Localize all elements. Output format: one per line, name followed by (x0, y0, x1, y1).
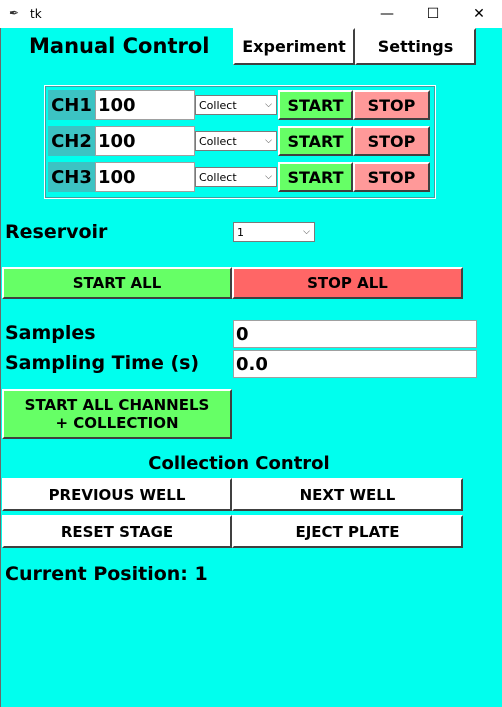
channel-1-stop-label: STOP (367, 95, 416, 115)
channel-3-start-label: START (287, 167, 344, 187)
channel-2-mode-select[interactable]: Collect ⌵ (195, 131, 277, 151)
samples-label: Samples (5, 322, 96, 344)
stop-all-button[interactable]: STOP ALL (232, 267, 463, 299)
window-title: tk (30, 7, 42, 21)
next-well-button[interactable]: NEXT WELL (232, 478, 463, 511)
start-collection-line1: START ALL CHANNELS (24, 396, 210, 414)
channel-1-mode-select[interactable]: Collect ⌵ (195, 95, 277, 115)
reservoir-value: 1 (237, 225, 244, 239)
channel-3-mode-value: Collect (199, 170, 237, 184)
current-position-label: Current Position: 1 (5, 563, 208, 585)
collection-control-title: Collection Control (148, 453, 330, 474)
channel-1-start-button[interactable]: START (278, 90, 353, 120)
previous-well-button[interactable]: PREVIOUS WELL (2, 478, 232, 511)
chevron-down-icon: ⌵ (303, 227, 310, 237)
channel-1-start-label: START (287, 95, 344, 115)
eject-plate-button[interactable]: EJECT PLATE (232, 515, 463, 548)
channel-3-label: CH3 (48, 162, 95, 192)
sampling-time-input[interactable]: 0.0 (233, 350, 477, 378)
eject-plate-label: EJECT PLATE (295, 522, 400, 541)
channel-2-stop-button[interactable]: STOP (353, 126, 430, 156)
channel-3-stop-button[interactable]: STOP (353, 162, 430, 192)
minimize-button[interactable]: — (364, 0, 410, 28)
chevron-down-icon: ⌵ (265, 100, 272, 110)
maximize-icon: ☐ (426, 6, 440, 22)
close-button[interactable]: ✕ (456, 0, 502, 28)
tk-feather-icon: ✒ (9, 6, 20, 20)
channel-2-start-button[interactable]: START (278, 126, 353, 156)
channel-3-stop-label: STOP (367, 167, 416, 187)
sampling-time-label: Sampling Time (s) (5, 352, 200, 374)
settings-button[interactable]: Settings (355, 28, 476, 65)
reset-stage-button[interactable]: RESET STAGE (2, 515, 232, 548)
previous-well-label: PREVIOUS WELL (48, 485, 186, 504)
start-all-label: START ALL (72, 274, 162, 292)
chevron-down-icon: ⌵ (265, 172, 272, 182)
channel-2-mode-value: Collect (199, 134, 237, 148)
channel-3-value-input[interactable]: 100 (95, 162, 195, 192)
channel-1-value-input[interactable]: 100 (95, 90, 195, 120)
channel-3-start-button[interactable]: START (278, 162, 353, 192)
channel-2-start-label: START (287, 131, 344, 151)
channel-1-label: CH1 (48, 90, 95, 120)
title-bar: ✒ tk — ☐ ✕ (0, 0, 502, 28)
page-title: Manual Control (29, 34, 210, 58)
start-all-button[interactable]: START ALL (2, 267, 232, 299)
stop-all-label: STOP ALL (307, 274, 388, 292)
channel-3-mode-select[interactable]: Collect ⌵ (195, 167, 277, 187)
experiment-button-label: Experiment (242, 37, 346, 56)
chevron-down-icon: ⌵ (265, 136, 272, 146)
reset-stage-label: RESET STAGE (60, 522, 174, 541)
start-all-channels-collection-button[interactable]: START ALL CHANNELS + COLLECTION (2, 389, 232, 439)
settings-button-label: Settings (377, 37, 454, 56)
main-content: Manual Control Experiment Settings CH1 1… (0, 28, 502, 707)
close-icon: ✕ (473, 6, 485, 22)
maximize-button[interactable]: ☐ (410, 0, 456, 28)
next-well-label: NEXT WELL (299, 485, 396, 504)
reservoir-select[interactable]: 1 ⌵ (233, 222, 315, 242)
samples-input[interactable]: 0 (233, 320, 477, 348)
start-collection-line2: + COLLECTION (55, 414, 179, 432)
minimize-icon: — (380, 6, 394, 22)
channel-2-value-input[interactable]: 100 (95, 126, 195, 156)
reservoir-label: Reservoir (5, 221, 108, 243)
channel-2-label: CH2 (48, 126, 95, 156)
experiment-button[interactable]: Experiment (233, 28, 355, 65)
channel-1-mode-value: Collect (199, 98, 237, 112)
channel-2-stop-label: STOP (367, 131, 416, 151)
channel-1-stop-button[interactable]: STOP (353, 90, 430, 120)
